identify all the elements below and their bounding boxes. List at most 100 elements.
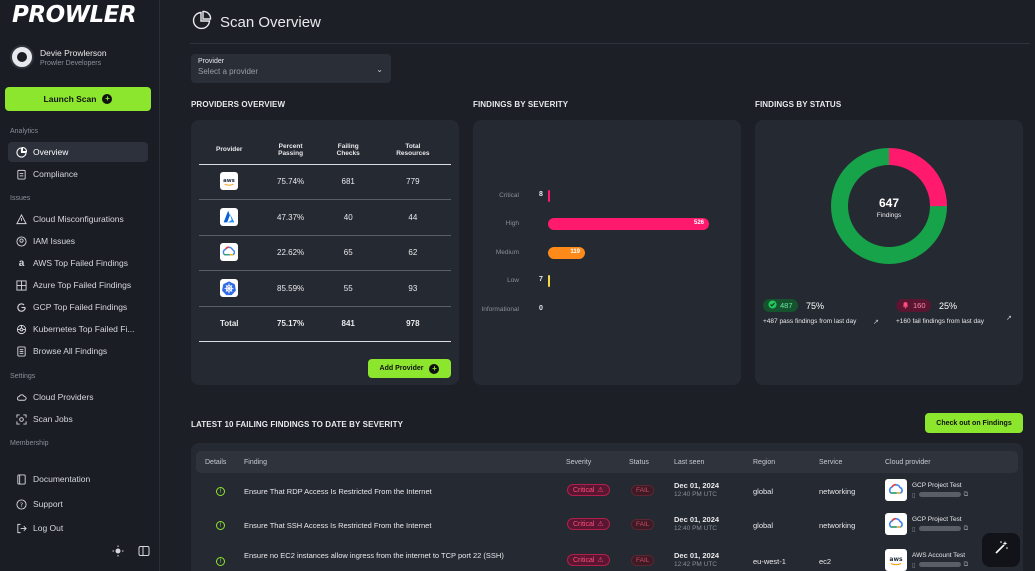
total-resources: 44 bbox=[374, 199, 451, 236]
magic-wand-button[interactable] bbox=[982, 533, 1020, 567]
fail-percent: 25% bbox=[938, 301, 957, 311]
cloud-cog-icon bbox=[16, 392, 27, 403]
latest-findings-title: LATEST 10 FAILING FINDINGS TO DATE BY SE… bbox=[191, 420, 404, 429]
sidebar-toggle-icon[interactable] bbox=[138, 545, 150, 557]
details-icon[interactable]: ! bbox=[216, 521, 225, 530]
launch-scan-button[interactable]: Launch Scan + bbox=[5, 87, 151, 111]
details-icon[interactable]: ! bbox=[216, 487, 225, 496]
check-out-findings-button[interactable]: Check out on Findings bbox=[925, 413, 1023, 433]
region: eu-west-1 bbox=[753, 557, 786, 566]
table-row[interactable]: ! Ensure no EC2 instances allow ingress … bbox=[191, 543, 1023, 571]
user-profile[interactable]: Devie Prowlerson Prowler Developers bbox=[10, 45, 107, 69]
severity-row-high: High 526 bbox=[473, 217, 741, 231]
sidebar-item-label: Support bbox=[33, 499, 63, 509]
copy-icon[interactable]: ⧉ bbox=[964, 491, 969, 499]
sidebar-item-aws-top-failed[interactable]: a AWS Top Failed Findings bbox=[8, 253, 148, 273]
provider-select[interactable]: Provider Select a provider ⌄ bbox=[191, 54, 391, 83]
table-row: 22.62% 65 62 bbox=[199, 235, 451, 271]
sidebar-item-azure-top-failed[interactable]: Azure Top Failed Findings bbox=[8, 275, 148, 295]
col-region: Region bbox=[753, 459, 776, 466]
sidebar: PROWLER Devie Prowlerson Prowler Develop… bbox=[0, 0, 160, 571]
sidebar-item-label: Documentation bbox=[33, 474, 91, 484]
redacted-id bbox=[918, 492, 961, 497]
col-failing: Failing Checks bbox=[321, 136, 375, 165]
gcp-logo-icon bbox=[220, 243, 239, 262]
sidebar-item-overview[interactable]: Overview bbox=[8, 142, 148, 162]
sun-icon[interactable] bbox=[112, 545, 124, 557]
seen-time: 12:42 PM UTC bbox=[674, 561, 717, 568]
svg-text:aws: aws bbox=[223, 178, 235, 184]
clipboard-icon bbox=[16, 169, 27, 180]
total-percent: 75.17% bbox=[259, 306, 322, 342]
severity-bar-high[interactable]: 526 bbox=[548, 218, 709, 230]
table-row[interactable]: ! Ensure That RDP Access Is Restricted F… bbox=[191, 475, 1023, 509]
cloud-provider: GCP Project Test ▯ ⧉ bbox=[885, 479, 968, 501]
severity-label: Critical bbox=[499, 192, 519, 199]
nav-group-issues: Issues bbox=[10, 195, 31, 202]
sidebar-item-iam-issues[interactable]: IAM Issues bbox=[8, 231, 148, 251]
pass-badge: 487 bbox=[763, 299, 798, 312]
sidebar-item-browse-all-findings[interactable]: Browse All Findings bbox=[8, 341, 148, 361]
total-resources-sum: 978 bbox=[374, 306, 451, 342]
sidebar-item-label: Kubernetes Top Failed Fi... bbox=[33, 324, 135, 334]
failing-checks: 55 bbox=[321, 270, 375, 307]
logout-icon bbox=[16, 523, 27, 534]
nav-group-settings: Settings bbox=[10, 373, 36, 380]
add-provider-button[interactable]: Add Provider + bbox=[368, 359, 451, 378]
divider bbox=[190, 43, 1030, 44]
severity-bar-critical[interactable] bbox=[548, 190, 550, 202]
severity-text: Critical bbox=[573, 486, 595, 494]
total-resources: 62 bbox=[374, 235, 451, 271]
details-icon[interactable]: ! bbox=[216, 557, 225, 566]
providers-overview-title: PROVIDERS OVERVIEW bbox=[191, 100, 286, 109]
table-row[interactable]: ! Ensure That SSH Access Is Restricted F… bbox=[191, 509, 1023, 543]
sidebar-item-documentation[interactable]: Documentation bbox=[8, 469, 148, 489]
severity-bar-low[interactable] bbox=[548, 275, 550, 287]
bell-icon bbox=[901, 300, 910, 311]
sidebar-item-cloud-misconfigurations[interactable]: Cloud Misconfigurations bbox=[8, 209, 148, 229]
sidebar-item-label: IAM Issues bbox=[33, 236, 76, 246]
check-circle-icon bbox=[768, 300, 777, 311]
trend-up-icon: ↗ bbox=[873, 319, 879, 326]
sidebar-item-logout[interactable]: Log Out bbox=[8, 518, 148, 538]
severity-bar-medium[interactable]: 119 bbox=[548, 247, 585, 259]
severity-badge: Critical ⚠ bbox=[567, 518, 610, 530]
region: global bbox=[753, 521, 774, 530]
document-list-icon bbox=[16, 345, 27, 357]
col-failing-label: Failing Checks bbox=[336, 142, 360, 157]
copy-icon[interactable]: ⧉ bbox=[964, 561, 969, 569]
provider-select-placeholder: Select a provider bbox=[198, 67, 259, 76]
total-resources: 779 bbox=[374, 164, 451, 200]
col-last-seen: Last seen bbox=[674, 459, 705, 466]
table-header: Details Finding Severity Status Last see… bbox=[196, 451, 1018, 473]
service: networking bbox=[819, 487, 856, 496]
cloud-account-name: GCP Project Test bbox=[912, 515, 962, 523]
alert-triangle-icon: ⚠ bbox=[597, 487, 604, 494]
nav-group-analytics: Analytics bbox=[10, 128, 39, 135]
sidebar-item-support[interactable]: ? Support bbox=[8, 494, 148, 514]
sidebar-item-compliance[interactable]: Compliance bbox=[8, 164, 148, 184]
service: networking bbox=[819, 521, 856, 530]
cloud-account-name: AWS Account Test bbox=[912, 551, 966, 559]
sidebar-item-gcp-top-failed[interactable]: GCP Top Failed Findings bbox=[8, 297, 148, 317]
redacted-id bbox=[918, 526, 961, 531]
status-badge: FAIL bbox=[631, 485, 655, 496]
seen-date: Dec 01, 2024 bbox=[674, 551, 720, 560]
percent-passing: 75.74% bbox=[259, 164, 322, 200]
sidebar-item-label: AWS Top Failed Findings bbox=[33, 258, 128, 268]
sidebar-item-label: Browse All Findings bbox=[33, 346, 108, 356]
severity-badge: Critical ⚠ bbox=[567, 554, 610, 566]
copy-icon[interactable]: ⧉ bbox=[964, 525, 969, 533]
col-total-label: Total Resources bbox=[396, 142, 430, 157]
sidebar-item-cloud-providers[interactable]: Cloud Providers bbox=[8, 387, 148, 407]
svg-text:?: ? bbox=[20, 500, 23, 508]
svg-text:aws: aws bbox=[889, 556, 903, 563]
sidebar-item-kubernetes-top-failed[interactable]: Kubernetes Top Failed Fi... bbox=[8, 319, 148, 339]
sidebar-item-scan-jobs[interactable]: Scan Jobs bbox=[8, 409, 148, 429]
chevron-down-icon: ⌄ bbox=[376, 65, 383, 74]
failing-checks: 40 bbox=[321, 199, 375, 236]
main-content: Scan Overview Provider Select a provider… bbox=[160, 0, 1035, 571]
last-seen: Dec 01, 2024 12:40 PM UTC bbox=[674, 481, 719, 498]
severity-count: 0 bbox=[539, 305, 543, 312]
prowler-logo[interactable]: PROWLER bbox=[12, 2, 137, 28]
